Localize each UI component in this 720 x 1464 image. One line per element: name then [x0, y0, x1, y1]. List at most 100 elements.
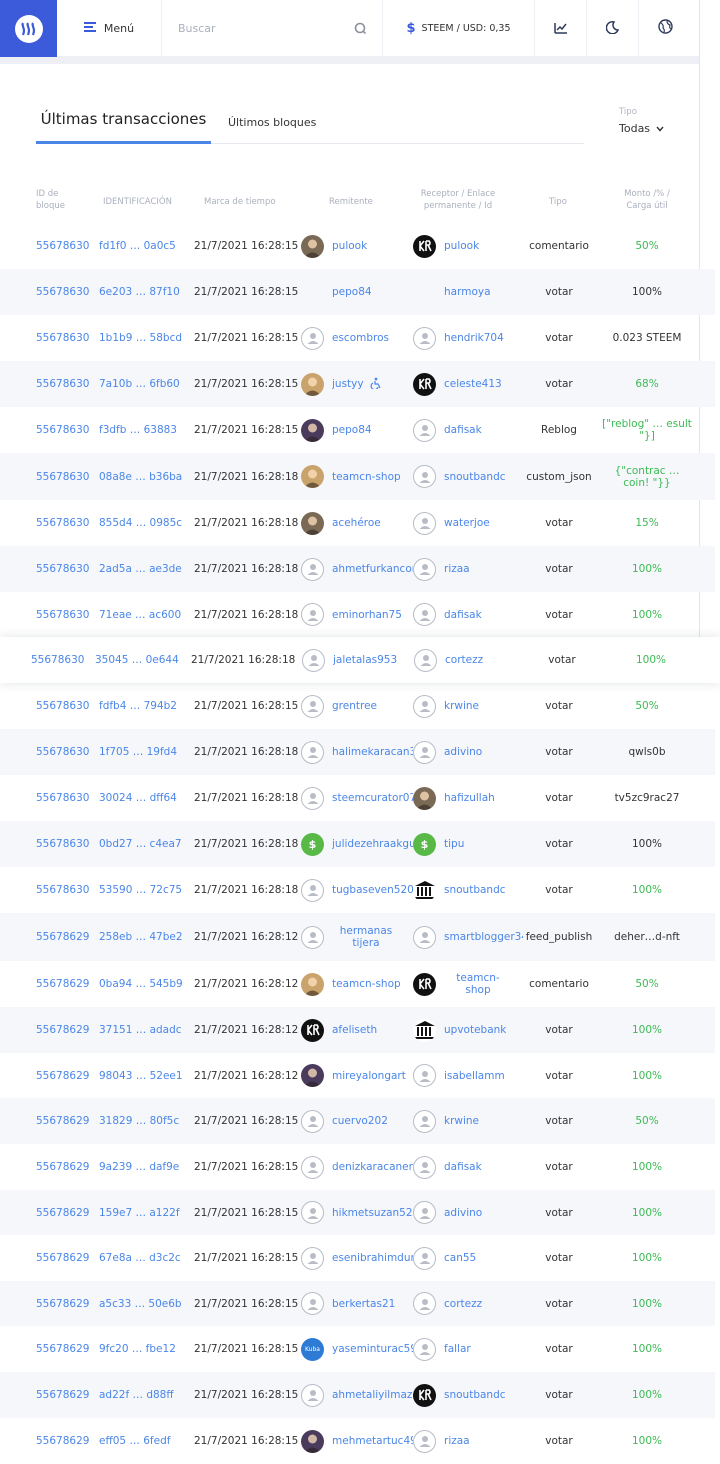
- receiver-avatar[interactable]: [413, 418, 436, 442]
- sender-link[interactable]: berkertas21: [332, 1298, 395, 1310]
- transaction-id-link[interactable]: 71eae … ac600: [99, 592, 181, 637]
- block-link[interactable]: 55678629: [36, 961, 89, 1007]
- transaction-id-link[interactable]: fd1f0 … 0a0c5: [99, 223, 176, 269]
- receiver-avatar[interactable]: [413, 740, 436, 764]
- sender-link[interactable]: pulook: [332, 240, 367, 252]
- block-link[interactable]: 55678630: [36, 683, 89, 729]
- block-link[interactable]: 55678630: [36, 361, 89, 407]
- sender-link[interactable]: teamcn-shop: [332, 978, 401, 990]
- receiver-link[interactable]: dafisak: [444, 609, 482, 621]
- transaction-id-link[interactable]: ad22f … d88ff: [99, 1372, 174, 1418]
- block-link[interactable]: 55678630: [36, 546, 89, 592]
- receiver-link[interactable]: fallar: [444, 1343, 471, 1355]
- sender-avatar[interactable]: [301, 603, 324, 626]
- receiver-avatar[interactable]: [413, 1109, 436, 1133]
- transaction-id-link[interactable]: 0ba94 … 545b9: [99, 961, 183, 1007]
- transaction-id-link[interactable]: 1b1b9 … 58bcd: [99, 315, 182, 361]
- transaction-id-link[interactable]: f3dfb … 63883: [99, 407, 177, 453]
- sender-link[interactable]: afeliseth: [332, 1024, 377, 1036]
- sender-link[interactable]: hermanas tijera: [332, 925, 400, 949]
- sender-link[interactable]: ahmetfurkancore: [332, 563, 413, 575]
- transaction-id-link[interactable]: 37151 … adadc: [99, 1007, 182, 1053]
- transaction-id-link[interactable]: 258eb … 47be2: [99, 913, 183, 961]
- receiver-link[interactable]: can55: [444, 1252, 476, 1264]
- transaction-id-link[interactable]: 2ad5a … ae3de: [99, 546, 182, 592]
- sender-avatar[interactable]: [301, 740, 324, 764]
- tab-latest-blocks[interactable]: Últimos bloques: [228, 116, 316, 129]
- sender-avatar[interactable]: [301, 557, 324, 581]
- transaction-id-link[interactable]: fdfb4 … 794b2: [99, 683, 177, 729]
- receiver-link[interactable]: upvotebank: [444, 1024, 506, 1036]
- sender-avatar[interactable]: [301, 1383, 324, 1407]
- transaction-id-link[interactable]: 9a239 … daf9e: [99, 1144, 179, 1190]
- transaction-id-link[interactable]: 1f705 … 19fd4: [99, 729, 177, 775]
- chart-button[interactable]: [535, 0, 587, 56]
- receiver-link[interactable]: smartblogger34: [444, 931, 523, 943]
- steem-logo[interactable]: [0, 0, 57, 57]
- receiver-link[interactable]: pulook: [444, 240, 479, 252]
- receiver-link[interactable]: snoutbandc: [444, 471, 506, 483]
- receiver-avatar[interactable]: [413, 465, 436, 488]
- receiver-avatar[interactable]: [413, 694, 436, 718]
- block-link[interactable]: 55678629: [36, 1007, 89, 1053]
- receiver-link[interactable]: isabellamm: [444, 1070, 505, 1082]
- type-filter-select[interactable]: Todas: [619, 122, 664, 135]
- transaction-id-link[interactable]: 08a8e … b36ba: [99, 453, 182, 500]
- block-link[interactable]: 55678630: [36, 315, 89, 361]
- transaction-id-link[interactable]: 31829 … 80f5c: [99, 1098, 179, 1144]
- sender-link[interactable]: pepo84: [332, 424, 372, 436]
- sender-link[interactable]: hikmetsuzan525: [332, 1207, 413, 1219]
- receiver-avatar[interactable]: [413, 1155, 436, 1179]
- sender-avatar[interactable]: [301, 511, 324, 535]
- sender-link[interactable]: acehéroe: [332, 517, 381, 529]
- block-link[interactable]: 55678629: [36, 1372, 89, 1418]
- sender-avatar[interactable]: [302, 648, 325, 672]
- receiver-avatar[interactable]: $: [413, 832, 436, 856]
- transaction-id-link[interactable]: 159e7 … a122f: [99, 1190, 180, 1235]
- sender-link[interactable]: julidezehraakgul: [332, 838, 413, 850]
- receiver-link[interactable]: hafizullah: [444, 792, 495, 804]
- transaction-id-link[interactable]: a5c33 … 50e6b: [99, 1281, 182, 1326]
- receiver-link[interactable]: cortezz: [444, 1298, 482, 1310]
- receiver-avatar[interactable]: [413, 925, 436, 949]
- sender-link[interactable]: steemcurator07: [332, 792, 413, 804]
- block-link[interactable]: 55678629: [36, 1281, 89, 1326]
- sender-link[interactable]: cuervo202: [332, 1115, 388, 1127]
- sender-link[interactable]: jaletalas953: [333, 654, 397, 666]
- receiver-link[interactable]: tipu: [444, 838, 464, 850]
- block-link[interactable]: 55678630: [36, 729, 89, 775]
- receiver-avatar[interactable]: [413, 1246, 436, 1270]
- block-link[interactable]: 55678629: [36, 1053, 89, 1098]
- receiver-avatar[interactable]: [413, 1018, 436, 1042]
- sender-avatar[interactable]: [301, 1246, 324, 1270]
- receiver-link[interactable]: hendrik704: [444, 332, 504, 344]
- sender-avatar[interactable]: [301, 1429, 324, 1453]
- block-link[interactable]: 55678630: [36, 775, 89, 821]
- menu-button[interactable]: Menú: [57, 0, 162, 56]
- transaction-id-link[interactable]: 7a10b … 6fb60: [99, 361, 180, 407]
- sender-avatar[interactable]: [301, 234, 324, 258]
- receiver-avatar[interactable]: [413, 603, 436, 626]
- block-link[interactable]: 55678630: [36, 867, 89, 913]
- sender-link[interactable]: halimekaracan38: [332, 746, 413, 758]
- receiver-avatar[interactable]: [413, 1201, 436, 1224]
- receiver-avatar[interactable]: [413, 786, 436, 810]
- sender-avatar[interactable]: [301, 694, 324, 718]
- dark-mode-toggle[interactable]: [587, 0, 639, 56]
- sender-link[interactable]: escombros: [332, 332, 389, 344]
- block-link[interactable]: 55678630: [36, 453, 89, 500]
- sender-avatar[interactable]: $: [301, 832, 324, 856]
- sender-link[interactable]: grentree: [332, 700, 377, 712]
- receiver-link[interactable]: adivino: [444, 746, 482, 758]
- block-link[interactable]: 55678630: [36, 223, 89, 269]
- sender-avatar[interactable]: [301, 465, 324, 488]
- language-button[interactable]: [639, 0, 691, 56]
- sender-avatar[interactable]: Kuba: [301, 1337, 324, 1361]
- sender-link[interactable]: tugbaseven520: [332, 884, 413, 896]
- sender-avatar[interactable]: [301, 878, 324, 902]
- transaction-id-link[interactable]: eff05 … 6fedf: [99, 1418, 170, 1464]
- receiver-link[interactable]: celeste413: [444, 378, 502, 390]
- receiver-link[interactable]: rizaa: [444, 563, 470, 575]
- transaction-id-link[interactable]: 35045 … 0e644: [95, 637, 179, 683]
- tab-latest-transactions[interactable]: Últimas transacciones: [36, 110, 211, 144]
